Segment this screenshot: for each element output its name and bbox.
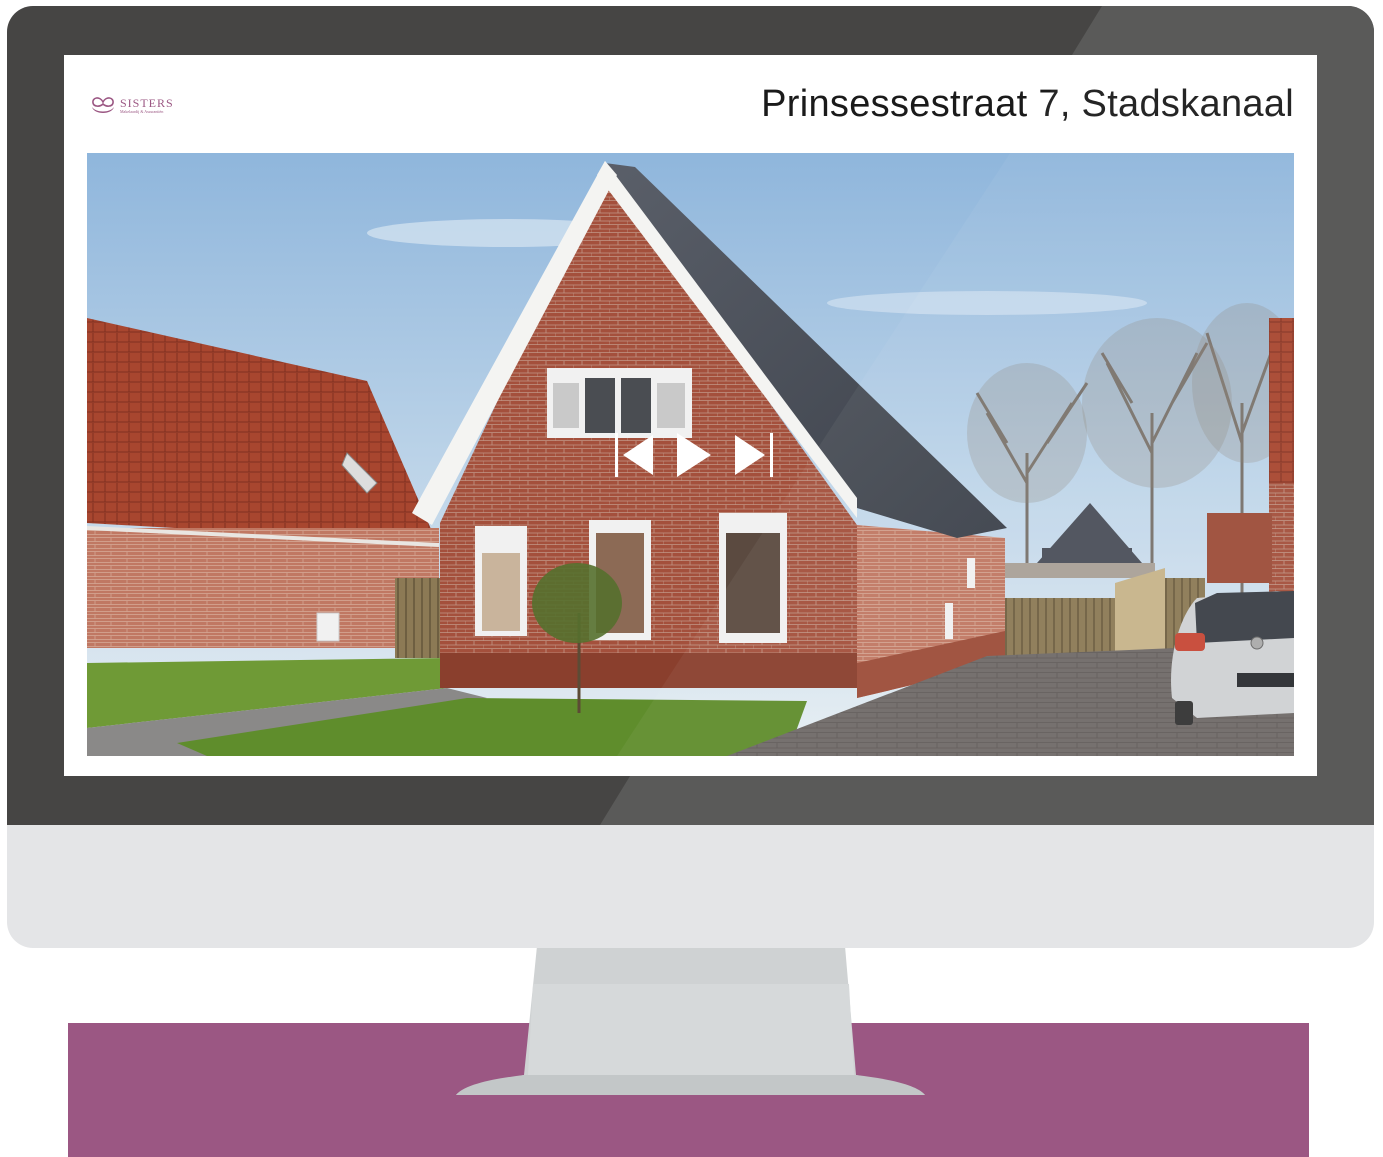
property-photo (87, 153, 1294, 756)
monitor-bezel: SISTERS Makelaardij & Assurantiën Prinse… (7, 6, 1374, 825)
brand-logo[interactable]: SISTERS Makelaardij & Assurantiën (90, 93, 174, 117)
brand-name: SISTERS (120, 95, 174, 110)
monitor: SISTERS Makelaardij & Assurantiën Prinse… (7, 6, 1374, 948)
brand-tagline: Makelaardij & Assurantiën (120, 108, 164, 114)
play-icon[interactable] (677, 433, 711, 477)
screen: SISTERS Makelaardij & Assurantiën Prinse… (64, 55, 1317, 776)
brand-heart-icon (92, 97, 114, 113)
slideshow-controls (615, 433, 773, 477)
monitor-mockup: SISTERS Makelaardij & Assurantiën Prinse… (0, 0, 1383, 1157)
skip-previous-icon[interactable] (615, 433, 655, 477)
listing-address: Prinsessestraat 7, Stadskanaal (761, 83, 1294, 125)
skip-next-icon[interactable] (733, 433, 773, 477)
